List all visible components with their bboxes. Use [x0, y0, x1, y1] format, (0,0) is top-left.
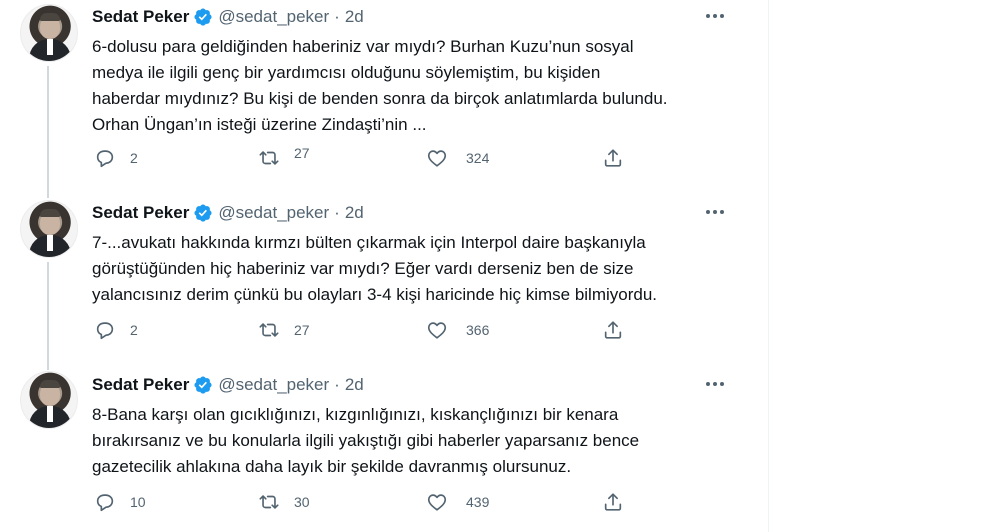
reply-count: 2	[130, 150, 138, 166]
more-options-icon[interactable]	[704, 202, 726, 222]
author-handle[interactable]: @sedat_peker	[218, 7, 329, 27]
retweet-button[interactable]: 27	[258, 145, 310, 170]
tweet-text: 8-Bana karşı olan gıcıklığınızı, kızgınl…	[92, 402, 742, 480]
timeline-border	[768, 0, 769, 532]
tweet-text-line: yalancısınız derim çünkü bu olayları 3-4…	[92, 285, 658, 304]
tweet-header: Sedat Peker @sedat_peker · 2d	[92, 6, 364, 28]
retweet-button[interactable]: 27	[258, 318, 310, 342]
retweet-icon	[258, 147, 280, 169]
tweet-text-line: 7-...avukatı hakkında kırmzı bülten çıka…	[92, 233, 646, 252]
retweet-button[interactable]: 30	[258, 490, 310, 514]
thread-connector-line	[47, 262, 49, 370]
tweet-text-line: haberdar mıydınız? Bu kişi de benden son…	[92, 89, 668, 108]
like-count: 366	[466, 322, 490, 338]
reply-count: 2	[130, 322, 138, 338]
retweet-count: 27	[294, 145, 310, 161]
share-button[interactable]	[602, 490, 624, 514]
tweet-text-line: Orhan Üngan’ın isteği üzerine Zindaşti’n…	[92, 115, 427, 134]
tweet-text-line: görüştüğünden hiç haberiniz var mıydı? E…	[92, 259, 634, 278]
like-button[interactable]: 366	[426, 318, 489, 342]
share-icon	[602, 147, 624, 169]
tweet-3[interactable]: Sedat Peker @sedat_peker · 2d 8-Bana kar…	[0, 368, 768, 532]
tweet-text-line: bırakırsanız ve bu konularla ilgili yakı…	[92, 431, 640, 450]
like-button[interactable]: 439	[426, 490, 489, 514]
author-name[interactable]: Sedat Peker	[92, 375, 189, 395]
more-options-icon[interactable]	[704, 374, 726, 394]
tweet-actions: 10 30 439	[92, 490, 652, 514]
like-icon	[426, 491, 448, 513]
tweet-header: Sedat Peker @sedat_peker · 2d	[92, 374, 364, 396]
reply-button[interactable]: 2	[94, 318, 138, 342]
tweet-text: 6-dolusu para geldiğinden haberiniz var …	[92, 34, 742, 138]
retweet-icon	[258, 319, 280, 341]
tweet-timestamp[interactable]: 2d	[345, 375, 364, 395]
avatar[interactable]	[20, 371, 78, 429]
retweet-count: 27	[294, 322, 310, 338]
like-icon	[426, 147, 448, 169]
reply-count: 10	[130, 494, 146, 510]
tweet-text-line: 6-dolusu para geldiğinden haberiniz var …	[92, 37, 634, 56]
tweet-timestamp[interactable]: 2d	[345, 7, 364, 27]
avatar[interactable]	[20, 4, 78, 62]
retweet-icon	[258, 491, 280, 513]
tweet-timestamp[interactable]: 2d	[345, 203, 364, 223]
tweet-text-line: medya ile ilgili genç bir yardımcısı old…	[92, 63, 601, 82]
verified-badge-icon	[193, 375, 213, 395]
like-count: 324	[466, 150, 490, 166]
tweet-thread: Sedat Peker @sedat_peker · 2d 6-dolusu p…	[0, 0, 768, 532]
like-button[interactable]: 324	[426, 146, 489, 170]
separator-dot: ·	[334, 7, 340, 26]
separator-dot: ·	[334, 375, 340, 394]
share-button[interactable]	[602, 318, 624, 342]
share-button[interactable]	[602, 146, 624, 170]
tweet-text-line: 8-Bana karşı olan gıcıklığınızı, kızgınl…	[92, 405, 619, 424]
retweet-count: 30	[294, 494, 310, 510]
reply-icon	[94, 147, 116, 169]
reply-icon	[94, 319, 116, 341]
tweet-1[interactable]: Sedat Peker @sedat_peker · 2d 6-dolusu p…	[0, 0, 768, 198]
tweet-actions: 2 27 366	[92, 318, 652, 342]
thread-connector-line	[47, 66, 49, 198]
author-handle[interactable]: @sedat_peker	[218, 375, 329, 395]
author-handle[interactable]: @sedat_peker	[218, 203, 329, 223]
share-icon	[602, 491, 624, 513]
share-icon	[602, 319, 624, 341]
tweet-text-line: gazetecilik ahlakına daha layık bir şeki…	[92, 457, 572, 476]
tweet-2[interactable]: Sedat Peker @sedat_peker · 2d 7-...avuka…	[0, 196, 768, 370]
author-name[interactable]: Sedat Peker	[92, 7, 189, 27]
tweet-actions: 2 27 324	[92, 145, 652, 170]
tweet-header: Sedat Peker @sedat_peker · 2d	[92, 202, 364, 224]
like-icon	[426, 319, 448, 341]
reply-button[interactable]: 2	[94, 146, 138, 170]
verified-badge-icon	[193, 7, 213, 27]
reply-button[interactable]: 10	[94, 490, 146, 514]
like-count: 439	[466, 494, 490, 510]
author-name[interactable]: Sedat Peker	[92, 203, 189, 223]
more-options-icon[interactable]	[704, 6, 726, 26]
separator-dot: ·	[334, 203, 340, 222]
tweet-text: 7-...avukatı hakkında kırmzı bülten çıka…	[92, 230, 742, 308]
reply-icon	[94, 491, 116, 513]
verified-badge-icon	[193, 203, 213, 223]
avatar[interactable]	[20, 200, 78, 258]
